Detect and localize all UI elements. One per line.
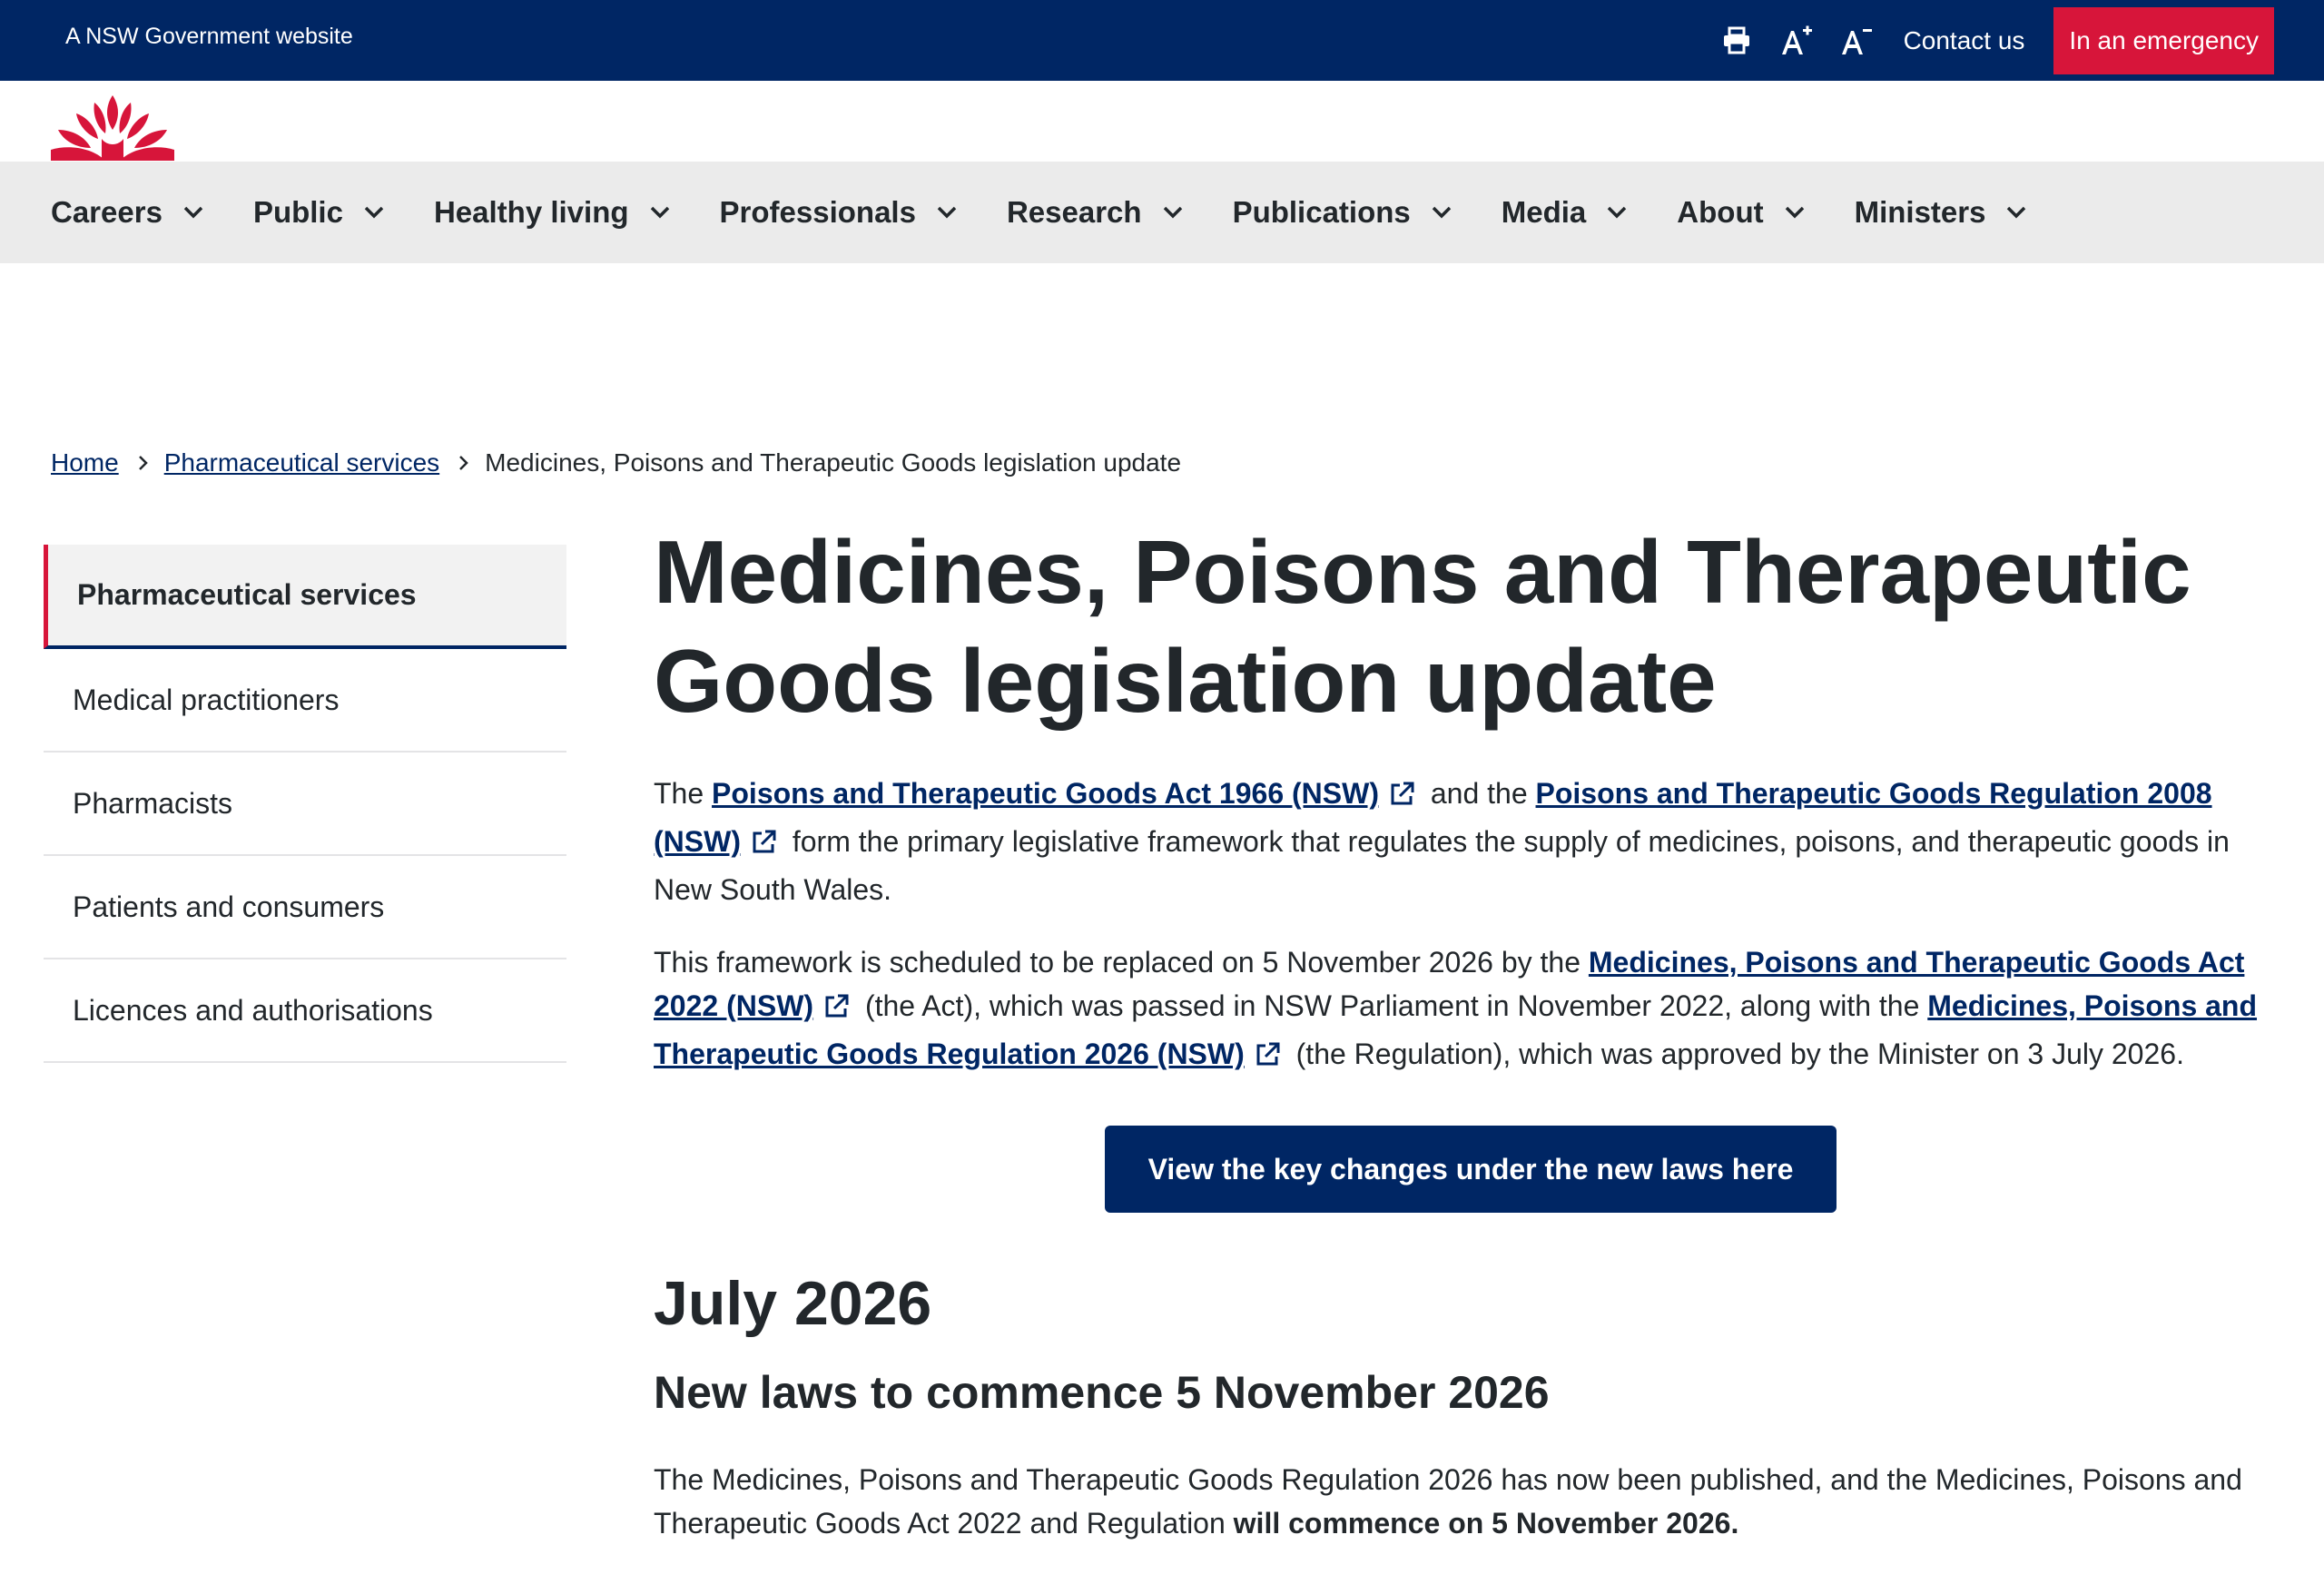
p2-text-3: (the Regulation), which was approved by … bbox=[1287, 1038, 2184, 1070]
sidenav-item-patients-and-consumers[interactable]: Patients and consumers bbox=[44, 856, 566, 959]
chevron-right-icon bbox=[137, 454, 150, 472]
chevron-down-icon bbox=[1162, 205, 1184, 220]
p1-text-1: The bbox=[654, 777, 713, 810]
nav-item-professionals[interactable]: Professionals bbox=[720, 195, 1007, 230]
nav-item-label: Public bbox=[252, 195, 343, 229]
side-navigation: Pharmaceutical services Medical practiti… bbox=[44, 545, 566, 1063]
breadcrumb-pharmaceutical-services[interactable]: Pharmaceutical services bbox=[164, 448, 439, 477]
nav-item-label: Publications bbox=[1232, 195, 1411, 229]
p2-text-2: (the Act), which was passed in NSW Parli… bbox=[857, 989, 1928, 1022]
chevron-right-icon bbox=[458, 454, 470, 472]
chevron-down-icon bbox=[1431, 205, 1452, 220]
view-key-changes-button[interactable]: View the key changes under the new laws … bbox=[1104, 1126, 1837, 1213]
section-heading-july-2026: July 2026 bbox=[654, 1269, 932, 1338]
breadcrumb-home[interactable]: Home bbox=[51, 448, 119, 477]
nav-item-label: Research bbox=[1006, 195, 1142, 229]
nav-item-label: Professionals bbox=[719, 195, 916, 229]
nav-item-healthy-living[interactable]: Healthy living bbox=[434, 195, 720, 230]
external-link-icon bbox=[1388, 776, 1415, 820]
nav-item-media[interactable]: Media bbox=[1502, 195, 1678, 230]
nav-item-careers[interactable]: Careers bbox=[51, 195, 253, 230]
chevron-down-icon bbox=[649, 205, 671, 220]
cta-wrapper: View the key changes under the new laws … bbox=[654, 1126, 2288, 1213]
sidenav-item-licences-and-authorisations[interactable]: Licences and authorisations bbox=[44, 959, 566, 1063]
logo-band bbox=[0, 81, 2324, 162]
decrease-text-icon[interactable] bbox=[1837, 21, 1876, 61]
p2-text-1: This framework is scheduled to be replac… bbox=[654, 946, 1589, 979]
nav-item-label: Media bbox=[1501, 195, 1587, 229]
contact-us-link[interactable]: Contact us bbox=[1904, 26, 2025, 55]
sidenav-item-medical-practitioners[interactable]: Medical practitioners bbox=[44, 649, 566, 753]
chevron-down-icon bbox=[182, 205, 204, 220]
nav-item-ministers[interactable]: Ministers bbox=[1855, 195, 2077, 230]
intro-paragraph: The Poisons and Therapeutic Goods Act 19… bbox=[654, 772, 2288, 911]
poisons-act-1966-link[interactable]: Poisons and Therapeutic Goods Act 1966 (… bbox=[712, 777, 1379, 810]
nav-item-label: Ministers bbox=[1854, 195, 1986, 229]
chevron-down-icon bbox=[1606, 205, 1628, 220]
external-link-icon bbox=[750, 824, 777, 868]
p1-text-3: form the primary legislative framework t… bbox=[654, 825, 2230, 906]
external-link-icon bbox=[822, 989, 850, 1032]
commencement-paragraph: The Medicines, Poisons and Therapeutic G… bbox=[654, 1458, 2288, 1545]
breadcrumb: Home Pharmaceutical services Medicines, … bbox=[51, 448, 1181, 477]
breadcrumb-current: Medicines, Poisons and Therapeutic Goods… bbox=[485, 448, 1182, 477]
main-nav-list: Careers Public Healthy living Professionals… bbox=[0, 162, 2324, 263]
sidenav-item-pharmaceutical-services[interactable]: Pharmaceutical services bbox=[44, 545, 566, 649]
chevron-down-icon bbox=[2005, 205, 2027, 220]
nav-item-publications[interactable]: Publications bbox=[1233, 195, 1502, 230]
sidenav-item-pharmacists[interactable]: Pharmacists bbox=[44, 753, 566, 856]
main-navigation: Careers Public Healthy living Professionals… bbox=[0, 162, 2324, 263]
nav-item-label: Careers bbox=[51, 195, 162, 229]
increase-text-icon[interactable] bbox=[1777, 21, 1817, 61]
subheading-new-laws: New laws to commence 5 November 2026 bbox=[654, 1367, 1550, 1418]
masthead: A NSW Government website Contact us In a… bbox=[0, 0, 2324, 81]
framework-paragraph: This framework is scheduled to be replac… bbox=[654, 940, 2288, 1080]
gov-label: A NSW Government website bbox=[65, 24, 353, 49]
nav-item-about[interactable]: About bbox=[1677, 195, 1854, 230]
nav-item-label: Healthy living bbox=[433, 195, 629, 229]
chevron-down-icon bbox=[1784, 205, 1806, 220]
masthead-tools: Contact us In an emergency bbox=[1697, 7, 2274, 74]
print-icon[interactable] bbox=[1717, 21, 1757, 61]
nav-item-label: About bbox=[1677, 195, 1764, 229]
chevron-down-icon bbox=[936, 205, 958, 220]
external-link-icon bbox=[1254, 1037, 1281, 1080]
main-content: Medicines, Poisons and Therapeutic Goods… bbox=[654, 517, 2288, 1574]
nav-item-public[interactable]: Public bbox=[253, 195, 434, 230]
p1-text-2: and the bbox=[1422, 777, 1536, 810]
p3-bold-text: will commence on 5 November 2026. bbox=[1233, 1507, 1739, 1540]
nav-item-research[interactable]: Research bbox=[1007, 195, 1233, 230]
page-title: Medicines, Poisons and Therapeutic Goods… bbox=[654, 522, 2191, 731]
emergency-button[interactable]: In an emergency bbox=[2053, 7, 2274, 74]
chevron-down-icon bbox=[363, 205, 385, 220]
nsw-waratah-logo[interactable] bbox=[47, 93, 178, 166]
